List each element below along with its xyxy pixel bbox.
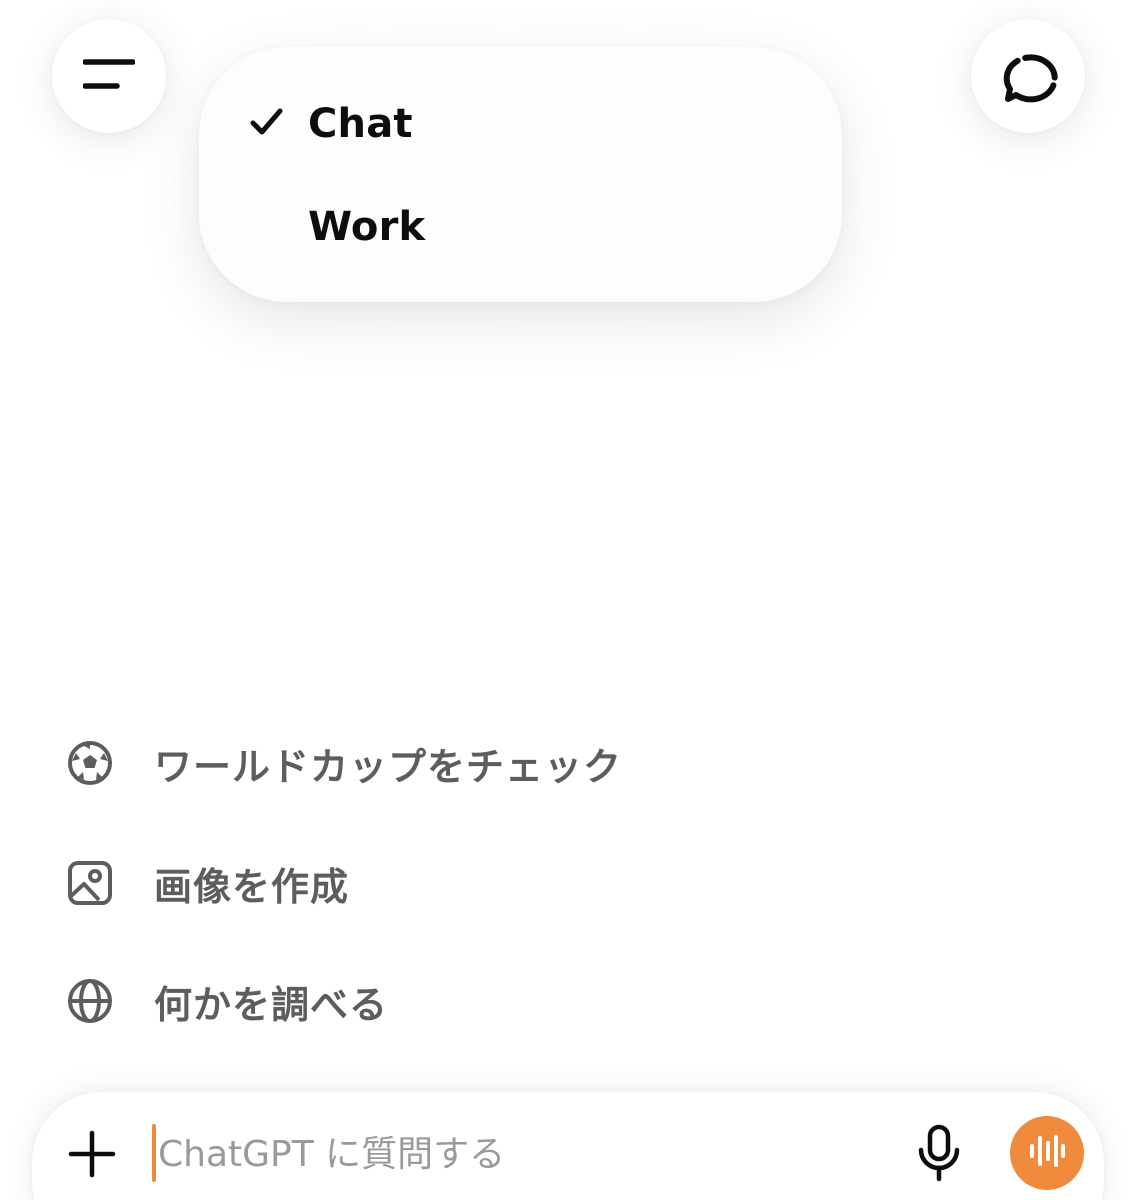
plus-icon xyxy=(68,1130,116,1182)
new-chat-button[interactable] xyxy=(971,19,1085,133)
sidebar-menu-button[interactable] xyxy=(52,19,166,133)
hamburger-menu-icon xyxy=(82,57,136,95)
chat-home-screen: Chat Work ワールドカップをチェック 画像を作成 何かを調べる Chat… xyxy=(0,0,1137,1200)
voice-wave-icon xyxy=(1027,1133,1067,1173)
suggestion-item[interactable]: ワールドカップをチェック xyxy=(64,728,622,798)
checkmark-icon xyxy=(250,107,284,141)
mode-option-work[interactable]: Work xyxy=(199,182,842,272)
chat-bubble-icon xyxy=(998,45,1058,107)
mode-option-label: Chat xyxy=(308,101,413,147)
attach-button[interactable] xyxy=(62,1126,122,1186)
voice-mode-button[interactable] xyxy=(1010,1116,1084,1190)
mode-option-chat[interactable]: Chat xyxy=(199,79,842,169)
suggestion-item[interactable]: 画像を作成 xyxy=(64,848,349,918)
suggestion-item[interactable]: 何かを調べる xyxy=(64,966,388,1036)
mode-dropdown-menu: Chat Work xyxy=(199,47,842,302)
message-composer xyxy=(32,1092,1104,1200)
globe-icon xyxy=(64,975,116,1027)
mode-option-label: Work xyxy=(308,204,426,250)
suggestion-label: 何かを調べる xyxy=(154,982,389,1027)
microphone-icon xyxy=(916,1124,962,1186)
message-input[interactable] xyxy=(156,1122,878,1186)
image-icon xyxy=(64,857,116,909)
dictation-button[interactable] xyxy=(908,1122,970,1188)
suggestion-label: ワールドカップをチェック xyxy=(154,744,623,789)
suggestion-label: 画像を作成 xyxy=(154,864,350,909)
soccer-ball-icon xyxy=(64,737,116,789)
